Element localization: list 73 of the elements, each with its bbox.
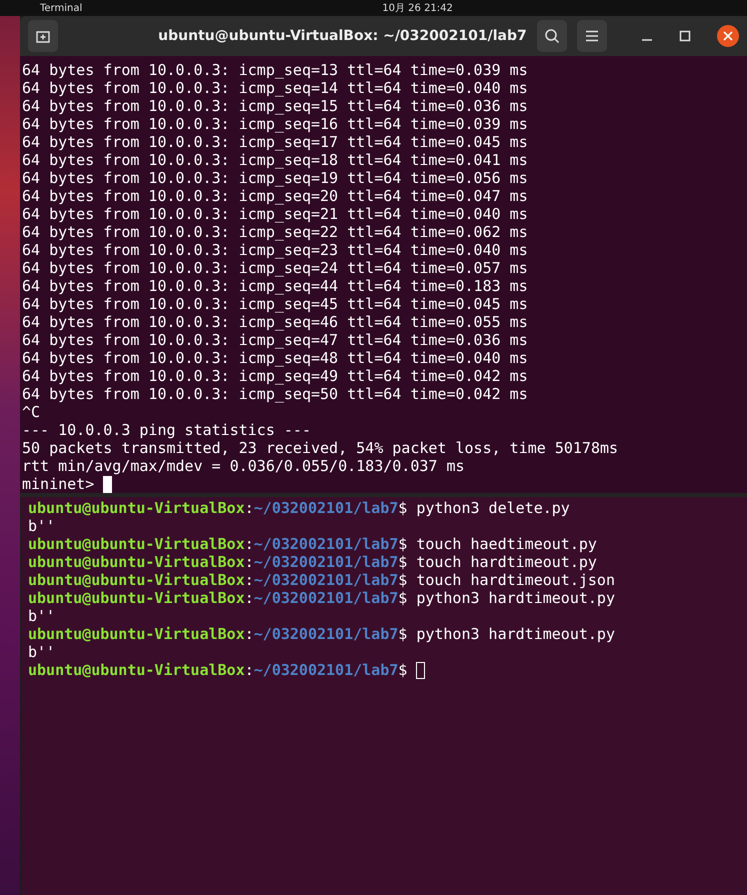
prompt-path: ~/032002101/lab7 [254,589,398,607]
search-icon [544,28,560,44]
terminal-line: 64 bytes from 10.0.0.3: icmp_seq=15 ttl=64 time=0.036 ms [22,97,529,115]
terminal-line: 64 bytes from 10.0.0.3: icmp_seq=46 ttl=64 time=0.055 ms [22,313,529,331]
terminal-line: 64 bytes from 10.0.0.3: icmp_seq=17 ttl=64 time=0.045 ms [22,133,529,151]
prompt-symbol: $ [398,535,408,553]
terminal-line: 64 bytes from 10.0.0.3: icmp_seq=22 ttl=64 time=0.062 ms [22,223,529,241]
new-tab-button[interactable] [28,20,58,52]
terminal-output: b'' [28,607,56,625]
command-text: touch haedtimeout.py [416,535,597,553]
terminal-line: 64 bytes from 10.0.0.3: icmp_seq=45 ttl=64 time=0.045 ms [22,295,529,313]
prompt-symbol: $ [398,589,408,607]
prompt-user-host: ubuntu@ubuntu-VirtualBox [28,535,245,553]
prompt-path: ~/032002101/lab7 [254,553,398,571]
maximize-icon[interactable] [679,30,692,42]
prompt-symbol: $ [398,553,408,571]
terminal-line: 64 bytes from 10.0.0.3: icmp_seq=14 ttl=64 time=0.040 ms [22,79,529,97]
prompt-user-host: ubuntu@ubuntu-VirtualBox [28,553,245,571]
terminal-line: 64 bytes from 10.0.0.3: icmp_seq=21 ttl=64 time=0.040 ms [22,205,529,223]
terminal-line: 64 bytes from 10.0.0.3: icmp_seq=18 ttl=64 time=0.041 ms [22,151,529,169]
terminal-output: b'' [28,517,56,535]
prompt-user-host: ubuntu@ubuntu-VirtualBox [28,625,245,643]
prompt-path: ~/032002101/lab7 [254,571,398,589]
prompt-symbol: $ [398,571,408,589]
command-text: touch hardtimeout.py [416,553,597,571]
prompt-colon: : [244,661,254,679]
terminal-line: 64 bytes from 10.0.0.3: icmp_seq=13 ttl=64 time=0.039 ms [22,61,529,79]
terminal-line: 64 bytes from 10.0.0.3: icmp_seq=48 ttl=64 time=0.040 ms [22,349,529,367]
window-title: ubuntu@ubuntu-VirtualBox: ~/032002101/lab7 [158,28,527,44]
terminal-line: 64 bytes from 10.0.0.3: icmp_seq=47 ttl=64 time=0.036 ms [22,331,529,349]
terminal-prompt: mininet> [22,475,94,493]
prompt-user-host: ubuntu@ubuntu-VirtualBox [28,589,245,607]
clock[interactable]: 10月 26 21:42 [382,1,453,15]
prompt-colon: : [244,571,254,589]
search-button[interactable] [536,20,567,52]
terminal-line: 64 bytes from 10.0.0.3: icmp_seq=19 ttl=64 time=0.056 ms [22,169,529,187]
terminal-line: 64 bytes from 10.0.0.3: icmp_seq=20 ttl=64 time=0.047 ms [22,187,529,205]
terminal-output: b'' [28,643,56,661]
terminal-line: rtt min/avg/max/mdev = 0.036/0.055/0.183/0.037 ms [22,457,466,475]
terminal-line: 64 bytes from 10.0.0.3: icmp_seq=24 ttl=64 time=0.057 ms [22,259,529,277]
menu-button[interactable] [576,20,608,52]
command-text: python3 hardtimeout.py [416,589,615,607]
prompt-path: ~/032002101/lab7 [254,499,398,517]
prompt-path: ~/032002101/lab7 [254,625,398,643]
prompt-user-host: ubuntu@ubuntu-VirtualBox [28,661,245,679]
menu-icon [584,30,599,42]
terminal-line: 64 bytes from 10.0.0.3: icmp_seq=44 ttl=64 time=0.183 ms [22,277,529,295]
command-text: python3 delete.py [416,499,570,517]
prompt-colon: : [244,625,254,643]
terminal-line: 64 bytes from 10.0.0.3: icmp_seq=49 ttl=64 time=0.042 ms [22,367,529,385]
prompt-colon: : [244,499,254,517]
prompt-path: ~/032002101/lab7 [254,661,398,679]
close-icon[interactable] [717,25,740,47]
command-text: python3 hardtimeout.py [416,625,615,643]
prompt-symbol: $ [398,625,408,643]
prompt-path: ~/032002101/lab7 [254,535,398,553]
prompt-symbol: $ [398,661,408,679]
prompt-colon: : [244,535,254,553]
terminal-line: 64 bytes from 10.0.0.3: icmp_seq=16 ttl=64 time=0.039 ms [22,115,529,133]
prompt-colon: : [244,589,254,607]
prompt-symbol: $ [398,499,408,517]
terminal-line: --- 10.0.0.3 ping statistics --- [22,421,312,439]
prompt-user-host: ubuntu@ubuntu-VirtualBox [28,571,245,589]
terminal-pane[interactable] [22,497,747,895]
prompt-user-host: ubuntu@ubuntu-VirtualBox [28,499,245,517]
command-text: touch hardtimeout.json [416,571,615,589]
terminal-line: 64 bytes from 10.0.0.3: icmp_seq=23 ttl=64 time=0.040 ms [22,241,529,259]
terminal-line: 64 bytes from 10.0.0.3: icmp_seq=50 ttl=64 time=0.042 ms [22,385,529,403]
terminal-line: 50 packets transmitted, 23 received, 54% packet loss, time 50178ms [22,439,620,457]
prompt-colon: : [244,553,254,571]
app-menu-label[interactable]: Terminal [40,2,82,14]
terminal-pane[interactable] [20,56,747,497]
terminal-line: ^C [22,403,42,421]
